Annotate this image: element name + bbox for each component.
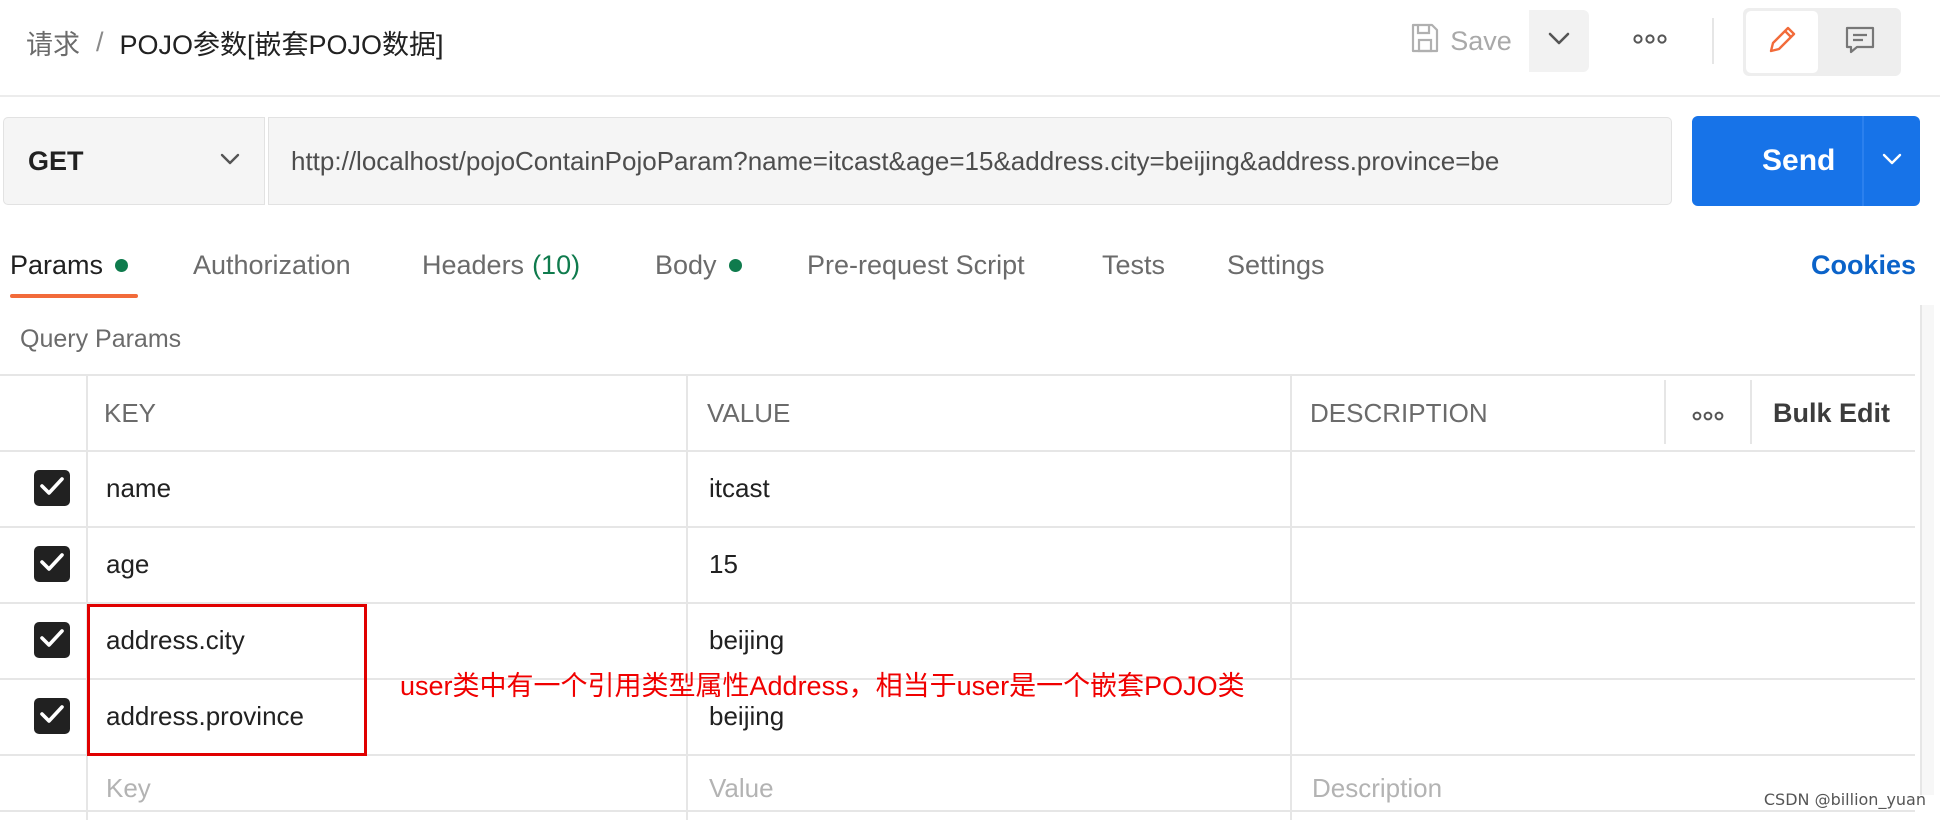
new-key-input[interactable]: Key [106, 755, 151, 821]
tab-label: Params [10, 249, 104, 280]
send-button[interactable]: Send [1692, 116, 1920, 206]
table-border [1750, 380, 1752, 444]
new-description-input[interactable]: Description [1312, 755, 1442, 821]
annotation-text: user类中有一个引用类型属性Address，相当于user是一个嵌套POJO类 [400, 671, 1245, 701]
send-options-button[interactable] [1864, 152, 1920, 170]
status-dot [728, 258, 742, 272]
tab-label: Authorization [193, 249, 351, 280]
scrollbar[interactable] [1920, 305, 1934, 795]
save-group: Save [1393, 10, 1594, 72]
more-icon [1633, 32, 1667, 50]
param-key[interactable]: name [106, 451, 171, 525]
row-checkbox[interactable] [34, 546, 70, 582]
check-icon [39, 552, 65, 577]
save-button[interactable]: Save [1393, 10, 1529, 72]
param-value[interactable]: itcast [709, 451, 770, 525]
more-options-button[interactable] [1622, 18, 1678, 64]
new-value-input[interactable]: Value [709, 755, 774, 821]
comments-view-button[interactable] [1824, 11, 1896, 73]
pencil-icon [1765, 23, 1799, 62]
column-header-key: KEY [104, 397, 157, 428]
table-border [0, 450, 1915, 452]
breadcrumb-parent[interactable]: 请求 [26, 23, 80, 62]
url-text: http://localhost/pojoContainPojoParam?na… [291, 145, 1500, 176]
tab-label: Body [655, 249, 717, 280]
request-title[interactable]: POJO参数[嵌套POJO数据] [120, 23, 444, 62]
check-icon [39, 704, 65, 729]
table-border [0, 810, 1915, 812]
row-checkbox[interactable] [34, 470, 70, 506]
edit-view-button[interactable] [1746, 11, 1818, 73]
checkbox-checked[interactable] [34, 698, 70, 734]
table-border [1290, 374, 1292, 820]
chevron-down-icon [1548, 32, 1570, 51]
request-tabs: Params Authorization Headers (10) Body P… [0, 240, 1940, 290]
query-params-heading: Query Params [20, 324, 182, 353]
breadcrumb-separator: / [96, 26, 104, 57]
checkbox-checked[interactable] [34, 546, 70, 582]
status-dot [115, 258, 129, 272]
check-icon [39, 628, 65, 653]
tab-label: Pre-request Script [807, 249, 1025, 280]
table-border [0, 374, 1915, 376]
comment-icon [1843, 24, 1877, 61]
annotation-highlight-box [87, 604, 367, 756]
tab-label: Tests [1102, 249, 1166, 280]
tab-body[interactable]: Body [655, 240, 742, 290]
row-checkbox[interactable] [34, 622, 70, 658]
chevron-down-icon [220, 152, 240, 170]
more-icon [1692, 398, 1724, 429]
method-select[interactable]: GET [3, 117, 265, 205]
tab-tests[interactable]: Tests [1102, 240, 1165, 290]
chevron-down-icon [1882, 152, 1902, 170]
method-label: GET [28, 145, 84, 176]
tab-params[interactable]: Params [10, 240, 129, 290]
bulk-edit-button[interactable]: Bulk Edit [1773, 376, 1890, 450]
row-checkbox[interactable] [34, 698, 70, 734]
tab-settings[interactable]: Settings [1227, 240, 1325, 290]
checkbox-checked[interactable] [34, 622, 70, 658]
save-icon [1410, 22, 1440, 61]
param-value[interactable]: 15 [709, 527, 738, 601]
check-icon [39, 476, 65, 501]
tab-label: Headers [422, 249, 525, 280]
header-divider [1712, 18, 1714, 64]
tab-pre-request-script[interactable]: Pre-request Script [807, 240, 1025, 290]
tab-authorization[interactable]: Authorization [193, 240, 351, 290]
save-options-button[interactable] [1529, 10, 1589, 72]
cookies-link[interactable]: Cookies [1811, 240, 1916, 290]
watermark: CSDN @billion_yuan [1763, 790, 1926, 809]
table-border [0, 526, 1915, 528]
checkbox-checked[interactable] [34, 470, 70, 506]
url-input[interactable]: http://localhost/pojoContainPojoParam?na… [268, 117, 1672, 205]
table-border [1664, 380, 1666, 444]
column-options-button[interactable] [1686, 376, 1730, 450]
table-border [686, 374, 688, 820]
column-header-value: VALUE [707, 397, 791, 428]
tab-label: Settings [1227, 249, 1325, 280]
breadcrumb: 请求 / POJO参数[嵌套POJO数据] [26, 22, 444, 62]
save-label: Save [1450, 25, 1512, 56]
active-tab-indicator [10, 294, 138, 298]
column-header-description: DESCRIPTION [1310, 397, 1488, 428]
param-key[interactable]: age [106, 527, 149, 601]
tab-headers[interactable]: Headers (10) [422, 240, 580, 290]
tab-count: (10) [532, 249, 581, 280]
send-label: Send [1762, 144, 1836, 177]
